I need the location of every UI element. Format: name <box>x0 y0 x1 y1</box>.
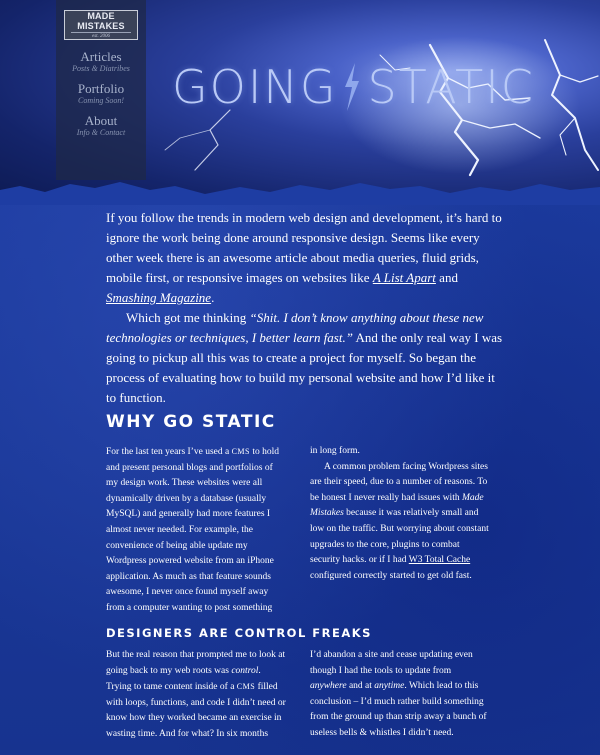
section2-column-1: But the real reason that prompted me to … <box>106 648 286 743</box>
intro-paragraph-2: Which got me thinking “Shit. I don’t kno… <box>106 308 504 408</box>
body-emphasis: anywhere <box>310 681 347 692</box>
nav-item-label: Portfolio <box>77 81 125 96</box>
cms-abbr: cms <box>231 447 250 456</box>
logo-name: MADE MISTAKES <box>77 11 125 31</box>
hero-title-left: GOING <box>172 60 338 114</box>
link-smashing-magazine[interactable]: Smashing Magazine <box>106 290 211 305</box>
section2-paragraph: But the real reason that prompted me to … <box>106 648 286 743</box>
body-text-run: to hold and present personal blogs and p… <box>106 447 280 613</box>
section1-column-2: in long form. A common problem facing Wo… <box>310 444 490 584</box>
hero-title-right: STATIC <box>367 60 535 114</box>
intro-text-run: Which got me thinking <box>126 310 250 325</box>
site-logo[interactable]: MADE MISTAKES est. 2006 <box>64 10 138 40</box>
body-text-run: configured correctly started to get old … <box>310 570 472 581</box>
nav-item-sub: Coming Soon! <box>78 96 124 105</box>
link-w3-total-cache[interactable]: W3 Total Cache <box>409 555 470 565</box>
sidebar-nav: MADE MISTAKES est. 2006 Articles Posts &… <box>56 0 146 180</box>
section1-column-1: For the last ten years I’ve used a cms t… <box>106 444 286 617</box>
cms-abbr: cms <box>236 682 256 692</box>
intro-text-run: and <box>435 270 458 285</box>
section2-column-2: I’d abandon a site and cease updating ev… <box>310 648 490 742</box>
body-emphasis: anytime <box>374 681 405 692</box>
section2-paragraph: I’d abandon a site and cease updating ev… <box>310 648 490 742</box>
hero-title: GOING STATIC <box>172 60 535 114</box>
logo-est: est. 2006 <box>71 32 131 39</box>
link-a-list-apart[interactable]: A List Apart <box>373 270 436 285</box>
nav-item-articles[interactable]: Articles Posts & Diatribes <box>56 50 146 74</box>
nav-item-sub: Info & Contact <box>76 128 126 137</box>
body-text-run: and at <box>346 681 375 692</box>
nav-item-sub: Posts & Diatribes <box>72 64 130 73</box>
lightning-bolt-icon <box>345 63 360 111</box>
section1-paragraph: A common problem facing Wordpress sites … <box>310 460 490 585</box>
nav-item-label: Articles <box>80 49 122 64</box>
body-emphasis: control <box>231 665 259 676</box>
heading-why-go-static: Why Go Static <box>106 412 276 432</box>
intro-text: If you follow the trends in modern web d… <box>106 208 504 408</box>
heading-designers-control-freaks: Designers are Control Freaks <box>106 626 372 640</box>
section1-paragraph: in long form. <box>310 444 490 460</box>
body-text-run: For the last ten years I’ve used a <box>106 447 232 457</box>
intro-text-run: . <box>211 290 215 305</box>
intro-paragraph-1: If you follow the trends in modern web d… <box>106 208 504 308</box>
nav-item-label: About <box>84 113 118 128</box>
nav-item-about[interactable]: About Info & Contact <box>56 114 146 138</box>
section1-paragraph: For the last ten years I’ve used a cms t… <box>106 444 286 617</box>
body-text-run: in long form. <box>310 446 360 456</box>
body-text-run: I’d abandon a site and cease updating ev… <box>310 650 473 676</box>
nav-item-portfolio[interactable]: Portfolio Coming Soon! <box>56 82 146 106</box>
